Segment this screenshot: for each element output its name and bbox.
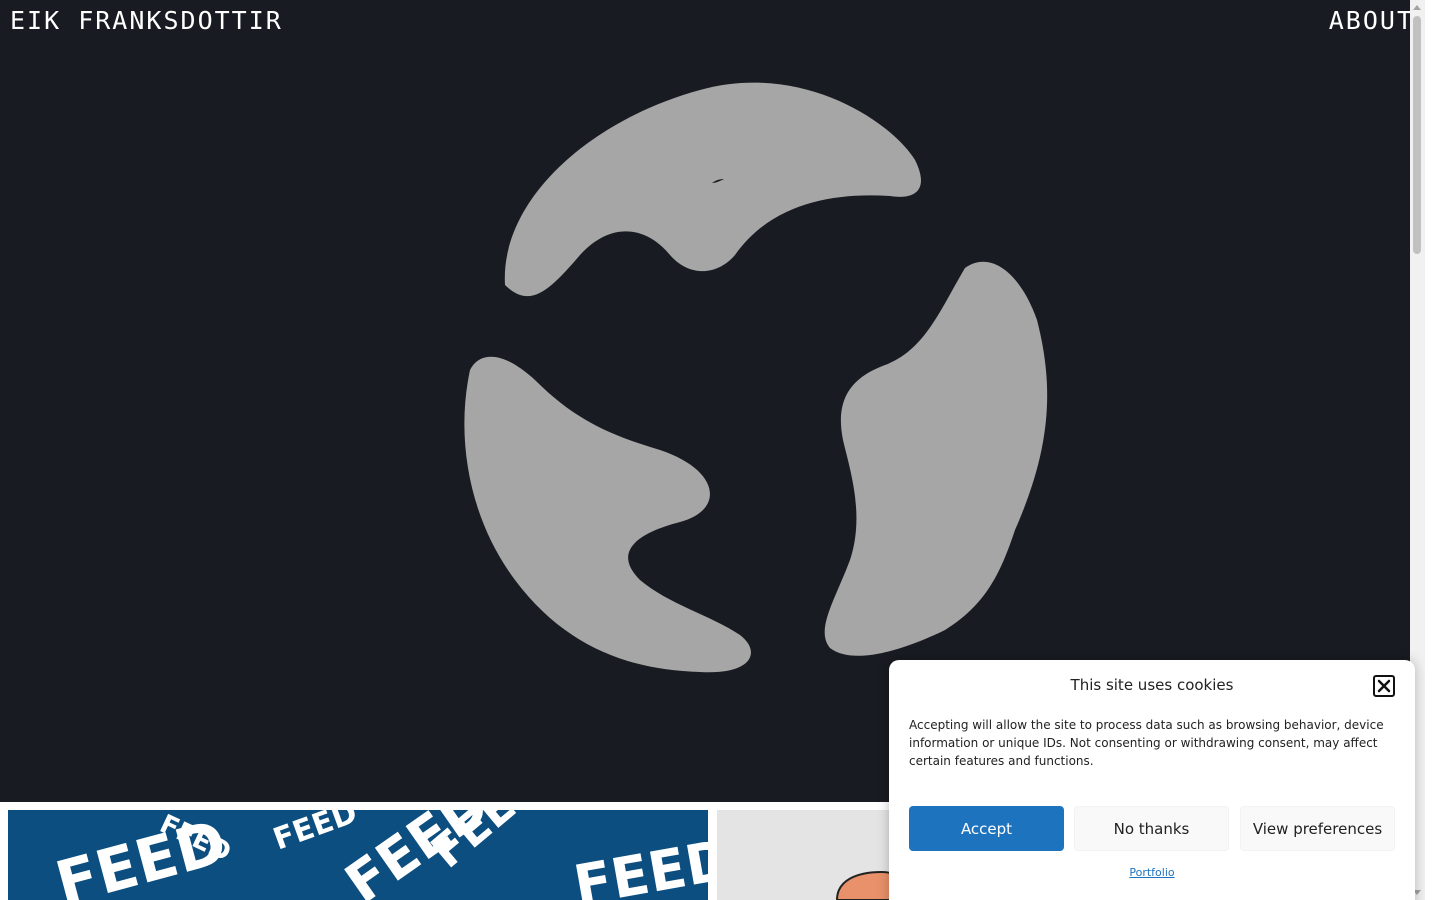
cookie-consent-banner: This site uses cookies Accepting will al… (889, 660, 1415, 900)
about-nav-link[interactable]: ABOUT (1329, 6, 1414, 35)
cookie-banner-title: This site uses cookies (1070, 676, 1234, 694)
right-blob (824, 261, 1048, 656)
cookie-policy-link[interactable]: Portfolio (889, 866, 1415, 879)
view-preferences-button[interactable]: View preferences (1240, 806, 1395, 851)
left-blob (464, 356, 751, 673)
close-icon (1377, 679, 1391, 693)
page: EIK FRANKSDOTTIR ABOUT FEED FEED FEED FE… (0, 0, 1425, 900)
cookie-banner-message: Accepting will allow the site to process… (909, 718, 1384, 768)
top-blob (504, 82, 921, 297)
site-title-link[interactable]: EIK FRANKSDOTTIR (10, 6, 283, 35)
gallery-card-blue-poster[interactable]: FEED FEED FEED FEED FEED FEED (8, 810, 708, 900)
accept-cookies-button[interactable]: Accept (909, 806, 1064, 851)
cookie-close-button[interactable] (1373, 675, 1395, 697)
scroll-up-arrow-icon[interactable] (1413, 5, 1421, 10)
feed-typography-image: FEED FEED FEED FEED FEED FEED (8, 810, 708, 900)
scroll-thumb[interactable] (1413, 16, 1421, 254)
deny-cookies-button[interactable]: No thanks (1074, 806, 1229, 851)
